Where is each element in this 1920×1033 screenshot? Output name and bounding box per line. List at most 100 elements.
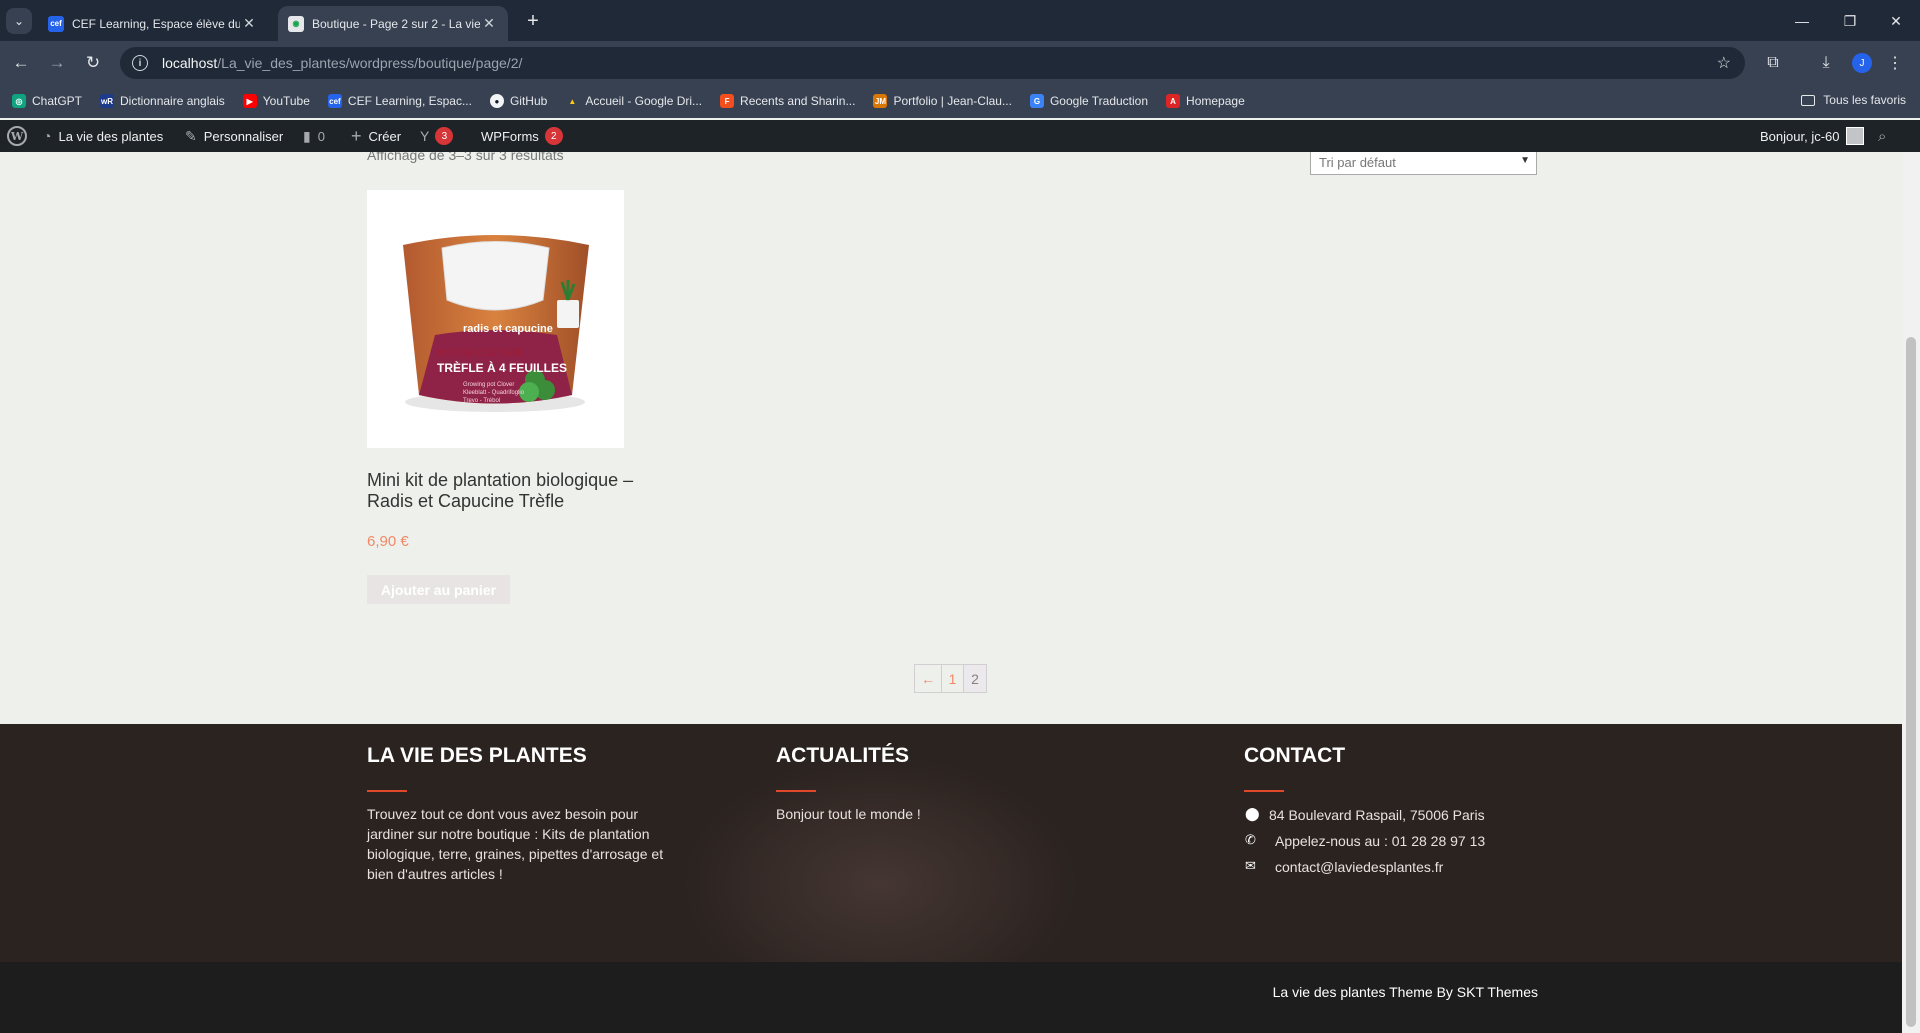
tab-boutique[interactable]: ◉ Boutique - Page 2 sur 2 - La vie des p… [278,6,508,41]
minimize-button[interactable]: — [1780,8,1824,34]
result-count: Affichage de 3–3 sur 3 résultats [367,152,564,163]
browser-tab-bar: ⌄ cef CEF Learning, Espace élève du CEF … [0,0,1920,41]
bookmark-figma[interactable]: F Recents and Sharin... [720,94,855,108]
footer-copyright-bar: La vie des plantes Theme By SKT Themes [0,962,1902,1033]
download-icon[interactable]: ⤓ [1813,50,1839,76]
bookmark-label: Dictionnaire anglais [120,94,225,108]
close-tab-icon[interactable]: ✕ [480,15,498,32]
tab-search-button[interactable]: ⌄ [6,8,32,34]
plus-icon: + [351,125,362,146]
my-account-menu[interactable]: Bonjour, jc-60 [1760,120,1864,152]
site-name-menu[interactable]: ◔ La vie des plantes [43,120,163,152]
pack-sub1: Growing pot Clover [463,382,514,388]
bookmark-cef[interactable]: cef CEF Learning, Espac... [327,94,472,108]
forward-arrow-icon[interactable]: → [44,50,70,76]
yoast-menu[interactable]: Y3 [420,120,454,152]
theme-credit[interactable]: La vie des plantes Theme By SKT Themes [1273,984,1538,1000]
bookmark-label: GitHub [509,94,548,108]
bookmarks-bar: ◎ ChatGPT wR Dictionnaire anglais ▶ YouTube… [0,84,1920,118]
profile-avatar[interactable]: J [1852,53,1872,73]
figma-icon: F [720,94,735,108]
bookmark-dictionnaire[interactable]: wR Dictionnaire anglais [100,94,225,108]
bookmark-label: Google Traduction [1049,94,1149,108]
wpforms-count-badge: 2 [544,127,563,145]
footer-address: 84 Boulevard Raspail, 75006 Paris [1269,807,1485,823]
tab-title: Boutique - Page 2 sur 2 - La vie des pla… [312,16,480,31]
footer-about-title: LA VIE DES PLANTES [367,744,587,767]
pagination: ← 1 2 [914,664,987,693]
address-bar[interactable]: i localhost/La_vie_des_plantes/wordpress… [120,47,1745,79]
bookmark-portfolio[interactable]: JM Portfolio | Jean-Clau... [873,94,1012,108]
sort-dropdown[interactable]: Tri par défaut ▼ [1310,152,1537,175]
chevron-down-icon: ▼ [1520,155,1530,166]
extensions-icon[interactable]: ⧉ [1760,50,1786,76]
close-window-button[interactable]: ✕ [1874,8,1918,34]
yoast-icon: Y [420,128,430,144]
site-footer: LA VIE DES PLANTES Trouvez tout ce dont … [0,724,1902,962]
tab-title: CEF Learning, Espace élève du CEF [72,16,240,31]
site-info-icon[interactable]: i [132,55,148,71]
bookmark-google-drive[interactable]: ▲ Accueil - Google Dri... [565,94,702,108]
wp-logo-menu[interactable]: W [7,120,27,152]
bookmark-label: YouTube [262,94,310,108]
pagination-page-1[interactable]: 1 [942,665,964,692]
cef-favicon-icon: cef [48,15,64,32]
footer-divider [776,790,816,792]
all-bookmarks-label: Tous les favoris [1823,93,1906,107]
wordreference-icon: wR [100,94,115,108]
url-host: localhost [162,55,218,71]
footer-news-title: ACTUALITÉS [776,744,909,767]
bookmark-github[interactable]: ● GitHub [489,94,548,108]
sort-selected-value: Tri par défaut [1319,155,1396,170]
bookmark-label: Recents and Sharin... [740,94,856,108]
footer-phone: Appelez-nous au : 01 28 28 97 13 [1275,833,1486,849]
product-title-link[interactable]: Mini kit de plantation biologique – Radi… [367,470,637,512]
reload-icon[interactable]: ↻ [80,50,106,76]
new-tab-button[interactable]: + [520,8,546,34]
wp-admin-bar: W ◔ La vie des plantes ✎ Personnaliser ▮ 0 … [0,120,1920,152]
page-scrollbar[interactable] [1902,152,1920,1033]
footer-divider [1244,790,1284,792]
product-pot-illustration: radis et capucine POT DE CULTURE TRÈFLE … [403,235,589,412]
bookmark-star-icon[interactable]: ☆ [1717,53,1731,73]
tab-cef-learning[interactable]: cef CEF Learning, Espace élève du CEF ✕ [38,6,268,41]
pack-brand: radis et capucine [463,323,553,335]
pack-sub2: Kleeblatt - Quadrifoglio [463,390,525,396]
homepage-icon: A [1166,94,1181,108]
wpforms-menu[interactable]: WPForms 2 [481,120,563,152]
pagination-prev[interactable]: ← [915,665,942,692]
comment-icon: ▮ [303,127,311,144]
google-drive-icon: ▲ [568,96,577,106]
bookmark-youtube[interactable]: ▶ YouTube [242,94,310,108]
folder-icon [1801,94,1816,106]
wpforms-label: WPForms [481,128,539,144]
map-marker-icon: ⬤ [1245,806,1260,821]
menu-kebab-icon[interactable]: ⋮ [1882,50,1908,76]
bookmark-label: Homepage [1186,94,1245,108]
close-tab-icon[interactable]: ✕ [240,15,258,32]
url-path: /La_vie_des_plantes/wordpress/boutique/p… [217,55,523,71]
bookmark-chatgpt[interactable]: ◎ ChatGPT [12,94,82,108]
footer-background-flower [680,754,1080,962]
dashboard-icon: ◔ [43,128,52,144]
scrollbar-thumb[interactable] [1906,337,1916,1027]
all-bookmarks[interactable]: Tous les favoris [1801,93,1906,107]
pack-line2: TRÈFLE À 4 FEUILLES [437,360,567,375]
comments-menu[interactable]: ▮ 0 [303,120,325,152]
site-favicon-icon: ◉ [288,15,304,32]
footer-email[interactable]: contact@laviedesplantes.fr [1275,857,1443,877]
add-to-cart-button[interactable]: Ajouter au panier [367,575,510,604]
product-image[interactable]: radis et capucine POT DE CULTURE TRÈFLE … [367,190,624,448]
back-arrow-icon[interactable]: ← [8,50,34,76]
new-content-menu[interactable]: + Créer [351,120,401,152]
customize-menu[interactable]: ✎ Personnaliser [185,120,283,152]
chatgpt-icon: ◎ [12,94,26,108]
cef-icon: cef [327,94,342,108]
search-menu[interactable]: ⌕ [1878,120,1893,152]
github-icon: ● [489,94,504,108]
restore-button[interactable]: ❐ [1828,8,1872,34]
envelope-icon: ✉ [1245,858,1256,873]
bookmark-homepage[interactable]: A Homepage [1166,94,1245,108]
bookmark-google-traduction[interactable]: G Google Traduction [1029,94,1149,108]
footer-news-link[interactable]: Bonjour tout le monde ! [776,804,921,824]
